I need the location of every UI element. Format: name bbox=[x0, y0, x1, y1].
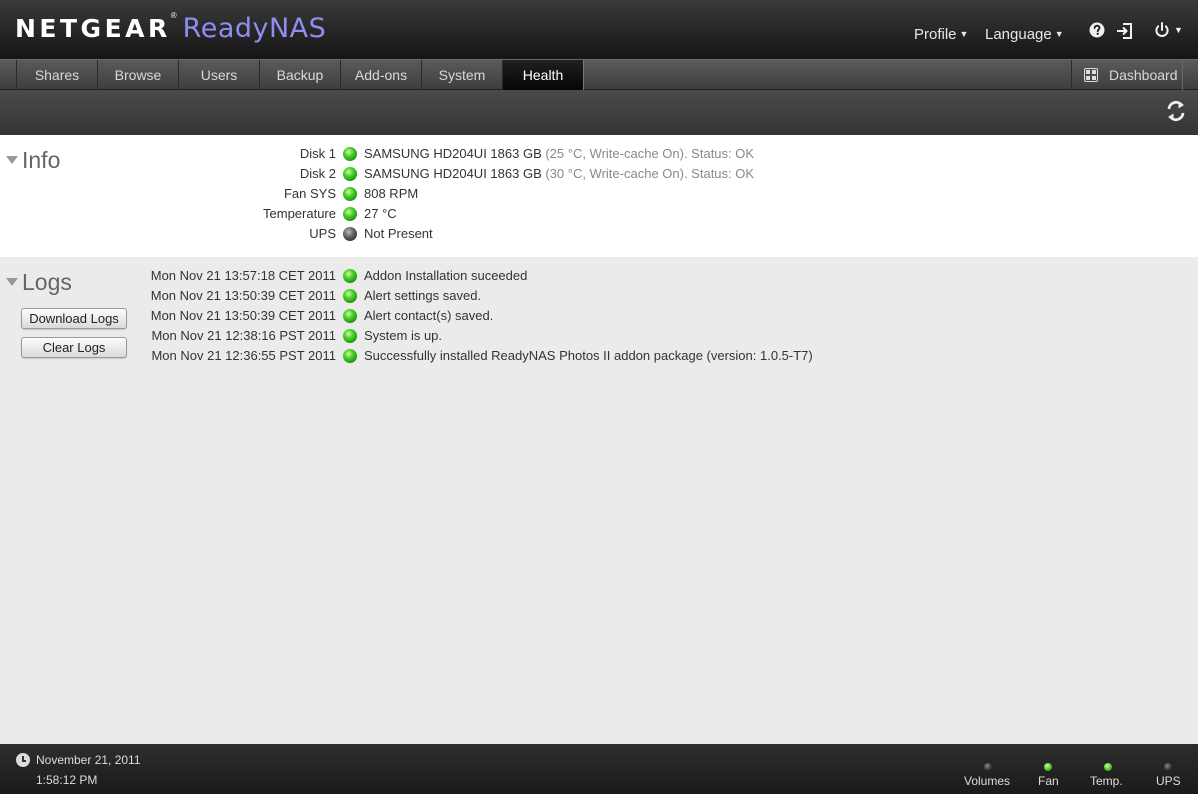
status-green-icon bbox=[343, 289, 357, 303]
log-entry: Mon Nov 21 13:50:39 CET 2011 Alert setti… bbox=[0, 286, 1198, 306]
dashboard-grid-icon bbox=[1084, 68, 1098, 82]
ups-status-icon bbox=[1164, 763, 1172, 771]
help-icon bbox=[1089, 22, 1105, 38]
volumes-status-icon bbox=[984, 763, 992, 771]
status-green-icon bbox=[343, 147, 357, 161]
profile-menu-label: Profile bbox=[914, 26, 957, 43]
volumes-status-label[interactable]: Volumes bbox=[964, 774, 1010, 788]
log-entry-message: Successfully installed ReadyNAS Photos I… bbox=[364, 348, 813, 363]
log-entry: Mon Nov 21 13:57:18 CET 2011 Addon Insta… bbox=[0, 266, 1198, 286]
status-green-icon bbox=[343, 167, 357, 181]
log-entry: Mon Nov 21 13:50:39 CET 2011 Alert conta… bbox=[0, 306, 1198, 326]
info-row-value: 808 RPM bbox=[364, 186, 419, 201]
info-row-fan-sys: Fan SYS 808 RPM bbox=[0, 184, 1198, 204]
info-row-label: Temperature bbox=[263, 206, 336, 221]
chevron-down-icon: ▼ bbox=[959, 29, 969, 39]
logs-section: Logs Download Logs Clear Logs Mon Nov 21… bbox=[0, 257, 1198, 744]
power-icon bbox=[1155, 22, 1169, 37]
log-entry-time: Mon Nov 21 13:50:39 CET 2011 bbox=[150, 308, 336, 323]
logout-button[interactable] bbox=[1116, 22, 1134, 43]
tab-health[interactable]: Health bbox=[502, 60, 584, 90]
info-row-label: Fan SYS bbox=[283, 186, 336, 201]
status-footer: November 21, 2011 1:58:12 PM Volumes Fan… bbox=[0, 744, 1198, 794]
top-header: NETGEAR® ReadyNAS Profile ▼ Language ▼ ▼ bbox=[0, 0, 1198, 59]
info-row-value: Not Present bbox=[364, 226, 433, 241]
logout-icon bbox=[1117, 23, 1132, 39]
status-gray-icon bbox=[343, 227, 357, 241]
tab-add-ons[interactable]: Add-ons bbox=[340, 60, 422, 90]
profile-menu[interactable]: Profile ▼ bbox=[914, 26, 968, 43]
info-row-label: Disk 2 bbox=[299, 166, 336, 181]
tab-system[interactable]: System bbox=[421, 60, 503, 90]
log-entry-time: Mon Nov 21 13:57:18 CET 2011 bbox=[150, 268, 336, 283]
ups-status-label[interactable]: UPS bbox=[1156, 774, 1181, 788]
language-menu[interactable]: Language ▼ bbox=[985, 26, 1064, 43]
info-section: Info Disk 1 SAMSUNG HD204UI 1863 GB (25 … bbox=[0, 135, 1198, 257]
info-row-label: Disk 1 bbox=[299, 146, 336, 161]
refresh-button[interactable] bbox=[1166, 100, 1186, 128]
status-green-icon bbox=[343, 187, 357, 201]
log-entry-message: Alert contact(s) saved. bbox=[364, 308, 494, 323]
log-entry: Mon Nov 21 12:36:55 PST 2011 Successfull… bbox=[0, 346, 1198, 366]
temp-status-icon bbox=[1104, 763, 1112, 771]
temp-status-label[interactable]: Temp. bbox=[1090, 774, 1123, 788]
fan-status-label[interactable]: Fan bbox=[1038, 774, 1059, 788]
log-entry: Mon Nov 21 12:38:16 PST 2011 System is u… bbox=[0, 326, 1198, 346]
tab-backup[interactable]: Backup bbox=[259, 60, 341, 90]
status-green-icon bbox=[343, 349, 357, 363]
log-entry-time: Mon Nov 21 13:50:39 CET 2011 bbox=[150, 288, 336, 303]
info-row-label: UPS bbox=[309, 226, 336, 241]
fan-status-icon bbox=[1044, 763, 1052, 771]
power-menu[interactable]: ▼ bbox=[1154, 22, 1183, 41]
chevron-down-icon: ▼ bbox=[1174, 25, 1183, 35]
tab-shares[interactable]: Shares bbox=[16, 60, 98, 90]
chevron-down-icon: ▼ bbox=[1054, 29, 1064, 39]
dashboard-label: Dashboard bbox=[1109, 67, 1178, 83]
log-entry-message: Alert settings saved. bbox=[364, 288, 482, 303]
log-entry-message: System is up. bbox=[364, 328, 443, 343]
tab-browse[interactable]: Browse bbox=[97, 60, 179, 90]
status-green-icon bbox=[343, 207, 357, 221]
tab-users[interactable]: Users bbox=[178, 60, 260, 90]
log-entry-message: Addon Installation suceeded bbox=[364, 268, 528, 283]
readynas-wordmark: ReadyNAS bbox=[182, 13, 327, 44]
log-entry-time: Mon Nov 21 12:38:16 PST 2011 bbox=[151, 328, 336, 343]
log-entry-time: Mon Nov 21 12:36:55 PST 2011 bbox=[151, 348, 336, 363]
info-row-value: 27 °C bbox=[364, 206, 397, 221]
language-menu-label: Language bbox=[985, 26, 1052, 43]
info-row-value: SAMSUNG HD204UI 1863 GB (25 °C, Write-ca… bbox=[364, 146, 755, 161]
footer-date: November 21, 2011 bbox=[36, 753, 141, 767]
clock-icon bbox=[16, 753, 30, 767]
status-green-icon bbox=[343, 269, 357, 283]
help-button[interactable] bbox=[1089, 22, 1105, 41]
refresh-icon bbox=[1167, 100, 1185, 122]
footer-time: 1:58:12 PM bbox=[36, 773, 98, 787]
info-row-temperature: Temperature 27 °C bbox=[0, 204, 1198, 224]
status-green-icon bbox=[343, 309, 357, 323]
registered-mark: ® bbox=[170, 11, 177, 20]
info-row-disk-2: Disk 2 SAMSUNG HD204UI 1863 GB (30 °C, W… bbox=[0, 164, 1198, 184]
main-nav-tabs: Shares Browse Users Backup Add-ons Syste… bbox=[0, 59, 1198, 90]
netgear-wordmark: NETGEAR bbox=[15, 14, 171, 43]
info-row-ups: UPS Not Present bbox=[0, 224, 1198, 244]
status-green-icon bbox=[343, 329, 357, 343]
info-row-value: SAMSUNG HD204UI 1863 GB (30 °C, Write-ca… bbox=[364, 166, 755, 181]
brand-logo: NETGEAR® ReadyNAS bbox=[15, 11, 327, 44]
toolbar bbox=[0, 90, 1198, 135]
dashboard-button[interactable]: Dashboard bbox=[1071, 60, 1183, 90]
info-row-disk-1: Disk 1 SAMSUNG HD204UI 1863 GB (25 °C, W… bbox=[0, 144, 1198, 164]
